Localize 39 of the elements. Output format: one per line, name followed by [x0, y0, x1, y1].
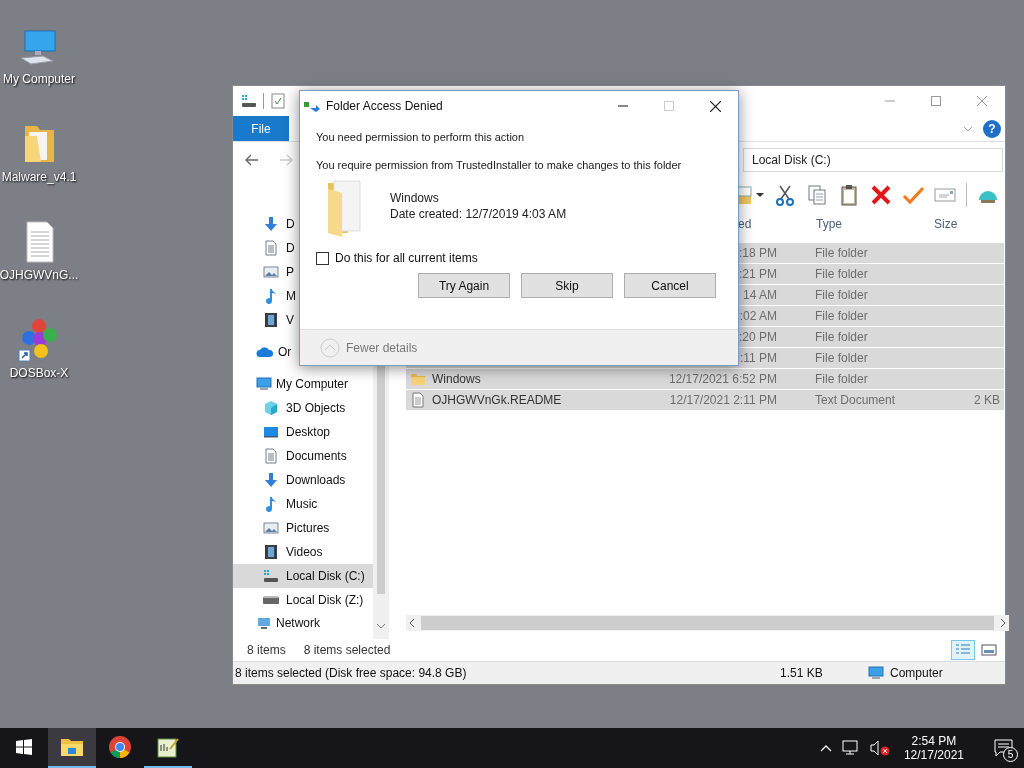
date-modified: :20 PM: [739, 330, 777, 344]
nav-item-label: Music: [286, 497, 318, 511]
file-type: File folder: [815, 288, 868, 302]
date-created: Date created: 12/7/2019 4:03 AM: [390, 207, 567, 221]
file-type: Text Document: [815, 393, 896, 407]
nav-item-label: Documents: [286, 449, 347, 463]
file-type: File folder: [815, 372, 868, 386]
selected-count: 8 items selected: [303, 643, 391, 657]
nav-item-label: Desktop: [286, 425, 331, 439]
date-modified: :21 PM: [739, 267, 777, 281]
nav-item-label: Pictures: [286, 521, 330, 535]
file-type: File folder: [815, 351, 868, 365]
file-type: File folder: [815, 330, 868, 344]
date-modified: :18 PM: [739, 246, 777, 260]
nav-item-label: Local Disk (Z:): [286, 593, 364, 607]
date-modified: 12/17/2021 2:11 PM: [669, 393, 777, 407]
nav-item-label: Local Disk (C:): [286, 569, 365, 583]
item-count: 8 items: [247, 643, 286, 657]
folder-name: Windows: [390, 191, 440, 205]
file-type: File folder: [815, 309, 868, 323]
file-name: OJHGWVnGk.README: [432, 393, 562, 407]
file-type: File folder: [815, 246, 868, 260]
date-modified: :02 AM: [739, 309, 777, 323]
notification-count: 5: [1003, 747, 1018, 762]
date-modified: 14 AM: [742, 288, 777, 302]
date-modified: :11 PM: [739, 351, 777, 365]
nav-item-label: 3D Objects: [286, 401, 346, 415]
file-size: 2 KB: [974, 393, 1000, 407]
dialog-heading: You need permission to perform this action: [316, 131, 526, 143]
file-type: File folder: [815, 267, 868, 281]
status-size: 1.51 KB: [780, 666, 824, 680]
nav-item-label: Videos: [286, 545, 323, 559]
status-location: Computer: [890, 666, 943, 680]
dialog-message: You require permission from TrustedInstaller to make changes to this folder: [316, 159, 683, 171]
dialog-title: Folder Access Denied: [326, 99, 443, 113]
date-modified: 12/17/2021 6:52 PM: [668, 372, 777, 386]
file-name: Windows: [432, 372, 481, 386]
status-summary: 8 items selected (Disk free space: 94.8 GB): [235, 666, 468, 680]
nav-item-label: Downloads: [286, 473, 346, 487]
